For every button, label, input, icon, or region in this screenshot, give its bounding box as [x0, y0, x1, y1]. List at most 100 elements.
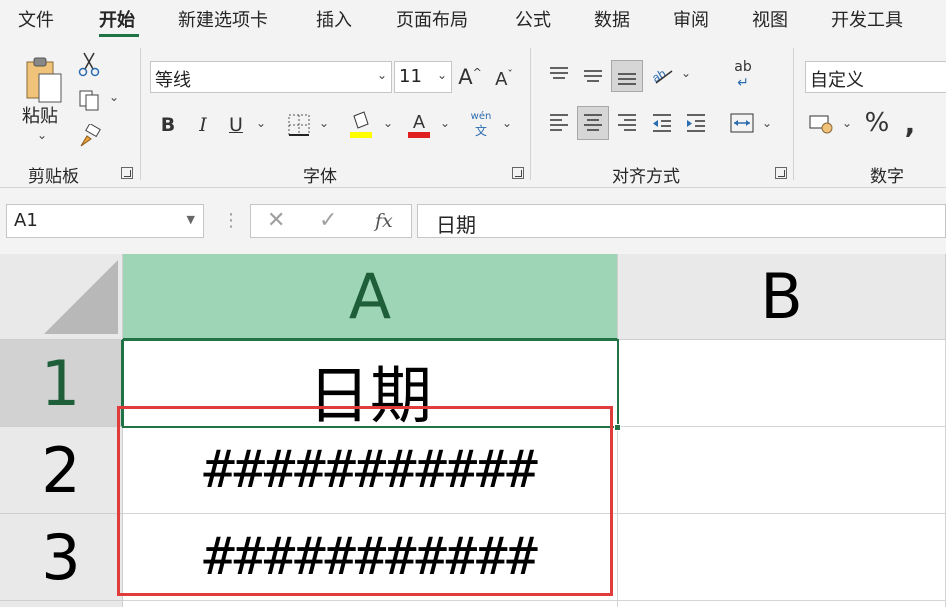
cancel-icon[interactable]: ✕ — [267, 208, 285, 233]
font-color-button[interactable]: A — [404, 108, 434, 142]
number-format-select[interactable]: 自定义 — [805, 61, 946, 93]
merge-cells-icon — [730, 113, 754, 133]
accounting-icon — [809, 115, 833, 134]
column-header-a[interactable]: A — [123, 254, 618, 340]
fill-handle[interactable] — [614, 424, 621, 431]
row-header-1[interactable]: 1 — [0, 340, 123, 427]
underline-dropdown-icon[interactable]: ⌄ — [256, 116, 266, 130]
tab-page-layout[interactable]: 页面布局 — [396, 6, 468, 32]
align-center-button[interactable] — [577, 106, 609, 140]
tab-home[interactable]: 开始 — [99, 6, 135, 32]
align-middle-icon — [584, 70, 602, 82]
cell-a2[interactable]: ########### — [123, 427, 618, 514]
paste-dropdown-icon[interactable]: ⌄ — [37, 128, 47, 142]
align-right-button[interactable] — [612, 108, 642, 138]
copy-dropdown-icon[interactable]: ⌄ — [109, 90, 119, 104]
formula-content: 日期 — [436, 213, 476, 237]
font-color-dropdown-icon[interactable]: ⌄ — [440, 116, 450, 130]
select-all-corner[interactable] — [0, 254, 123, 340]
font-launcher-icon[interactable] — [512, 167, 524, 179]
phonetic-top-text: wén — [470, 111, 492, 122]
cell-a4[interactable] — [123, 601, 618, 607]
active-tab-indicator — [99, 34, 139, 37]
increase-font-button[interactable]: A^ — [456, 62, 484, 92]
merge-center-button[interactable] — [727, 108, 757, 138]
italic-button[interactable]: I — [189, 110, 217, 140]
merge-dropdown-icon[interactable]: ⌄ — [762, 116, 772, 130]
paste-button[interactable] — [18, 50, 68, 110]
column-header-b[interactable]: B — [618, 254, 946, 340]
borders-button[interactable] — [284, 110, 314, 140]
enter-icon[interactable]: ✓ — [319, 208, 337, 233]
formula-input[interactable]: 日期 — [417, 204, 946, 238]
bold-button[interactable]: B — [154, 110, 182, 140]
drag-handle-icon[interactable]: ⋮ — [222, 210, 240, 231]
clipboard-launcher-icon[interactable] — [121, 167, 133, 179]
tab-developer[interactable]: 开发工具 — [831, 6, 903, 32]
number-format-value: 自定义 — [810, 70, 864, 91]
font-name-value: 等线 — [155, 70, 191, 91]
cut-button[interactable] — [76, 50, 102, 78]
decrease-indent-button[interactable] — [647, 108, 677, 138]
orientation-button[interactable]: ab — [648, 60, 678, 90]
cell-a3[interactable]: ########### — [123, 514, 618, 601]
increase-font-icon: A^ — [458, 65, 482, 89]
tab-insert[interactable]: 插入 — [316, 6, 352, 32]
paste-label: 粘贴 — [22, 106, 58, 127]
row-header-4[interactable] — [0, 601, 123, 607]
align-bottom-button[interactable] — [611, 60, 643, 92]
copy-button[interactable] — [74, 86, 104, 114]
tab-review[interactable]: 审阅 — [673, 6, 709, 32]
format-painter-button[interactable] — [74, 122, 104, 150]
align-top-button[interactable] — [544, 60, 574, 90]
cell-b3[interactable] — [618, 514, 946, 601]
percent-style-button[interactable]: % — [862, 106, 892, 140]
cell-b4[interactable] — [618, 601, 946, 607]
font-size-select[interactable]: 11 ⌄ — [394, 61, 452, 93]
row-header-2[interactable]: 2 — [0, 427, 123, 514]
underline-icon: U — [229, 114, 243, 136]
alignment-launcher-icon[interactable] — [775, 167, 787, 179]
name-box[interactable]: A1 ▼ — [6, 204, 204, 238]
decrease-font-button[interactable]: Aˇ — [490, 64, 518, 94]
insert-function-icon[interactable]: fx — [375, 210, 393, 232]
border-icon — [288, 114, 310, 136]
cell-b2[interactable] — [618, 427, 946, 514]
name-box-value: A1 — [14, 210, 38, 231]
tab-file[interactable]: 文件 — [18, 6, 54, 32]
fill-bucket-icon — [350, 111, 372, 138]
accounting-dropdown-icon[interactable]: ⌄ — [842, 116, 852, 130]
bold-icon: B — [160, 114, 176, 136]
fill-color-button[interactable] — [346, 108, 376, 142]
font-size-value: 11 — [399, 66, 422, 87]
decrease-font-icon: Aˇ — [495, 68, 513, 90]
underline-button[interactable]: U — [222, 110, 250, 140]
phonetic-dropdown-icon[interactable]: ⌄ — [502, 116, 512, 130]
number-group-label: 数字 — [870, 167, 904, 187]
tab-new-tab[interactable]: 新建选项卡 — [178, 6, 268, 32]
orientation-dropdown-icon[interactable]: ⌄ — [681, 66, 691, 80]
align-top-icon — [550, 67, 568, 79]
cell-b1[interactable] — [618, 340, 946, 427]
font-name-select[interactable]: 等线 ⌄ — [150, 61, 392, 93]
align-left-button[interactable] — [544, 108, 574, 138]
row-header-3[interactable]: 3 — [0, 514, 123, 601]
phonetic-button[interactable]: wén 文 — [466, 108, 496, 142]
fill-color-dropdown-icon[interactable]: ⌄ — [383, 116, 393, 130]
wrap-arrow-icon: ↵ — [737, 75, 749, 91]
wrap-text-button[interactable]: ab ↵ — [728, 58, 758, 92]
tab-formulas[interactable]: 公式 — [515, 6, 551, 32]
increase-indent-icon — [687, 114, 705, 132]
tab-view[interactable]: 视图 — [752, 6, 788, 32]
borders-dropdown-icon[interactable]: ⌄ — [319, 116, 329, 130]
increase-indent-button[interactable] — [681, 108, 711, 138]
accounting-format-button[interactable] — [806, 108, 836, 138]
tab-data[interactable]: 数据 — [594, 6, 630, 32]
align-middle-button[interactable] — [578, 60, 608, 90]
align-right-icon — [618, 114, 636, 131]
cell-a1[interactable]: 日期 — [123, 340, 618, 427]
svg-text:A: A — [413, 112, 425, 132]
sheet-grid: A B 1 2 3 日期 ########### ########### — [0, 254, 946, 607]
wrap-text-icon: ab — [734, 59, 752, 75]
comma-style-button[interactable]: , — [898, 106, 922, 140]
